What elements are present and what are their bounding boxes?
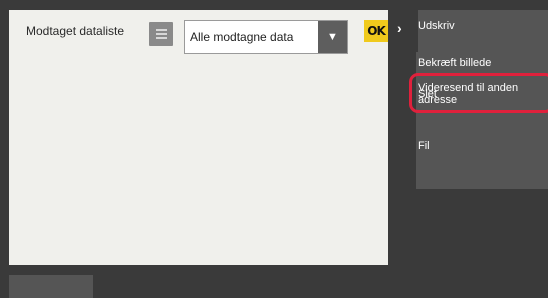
list-icon (155, 29, 167, 31)
panel-title: Modtaget dataliste (26, 24, 125, 38)
received-data-list-panel: Modtaget dataliste Alle modtagne data ▼ (9, 10, 388, 265)
triangle-down-icon[interactable]: ▼ (318, 21, 347, 53)
ok-button[interactable]: OK (364, 20, 388, 42)
menu-item-print[interactable]: Udskriv (418, 20, 455, 32)
data-filter-dropdown[interactable]: Alle modtagne data ▼ (184, 20, 348, 54)
menu-header[interactable]: Udskriv (418, 10, 548, 54)
chevron-right-icon[interactable]: › (397, 20, 402, 36)
dropdown-value: Alle modtagne data (190, 30, 294, 44)
menu-item-confirm-image[interactable]: Bekræft billede (418, 57, 491, 69)
list-view-button[interactable] (149, 22, 173, 46)
menu-item-file[interactable]: Fil (418, 140, 430, 152)
bottom-tab[interactable] (9, 275, 93, 298)
highlight-box (409, 73, 548, 113)
